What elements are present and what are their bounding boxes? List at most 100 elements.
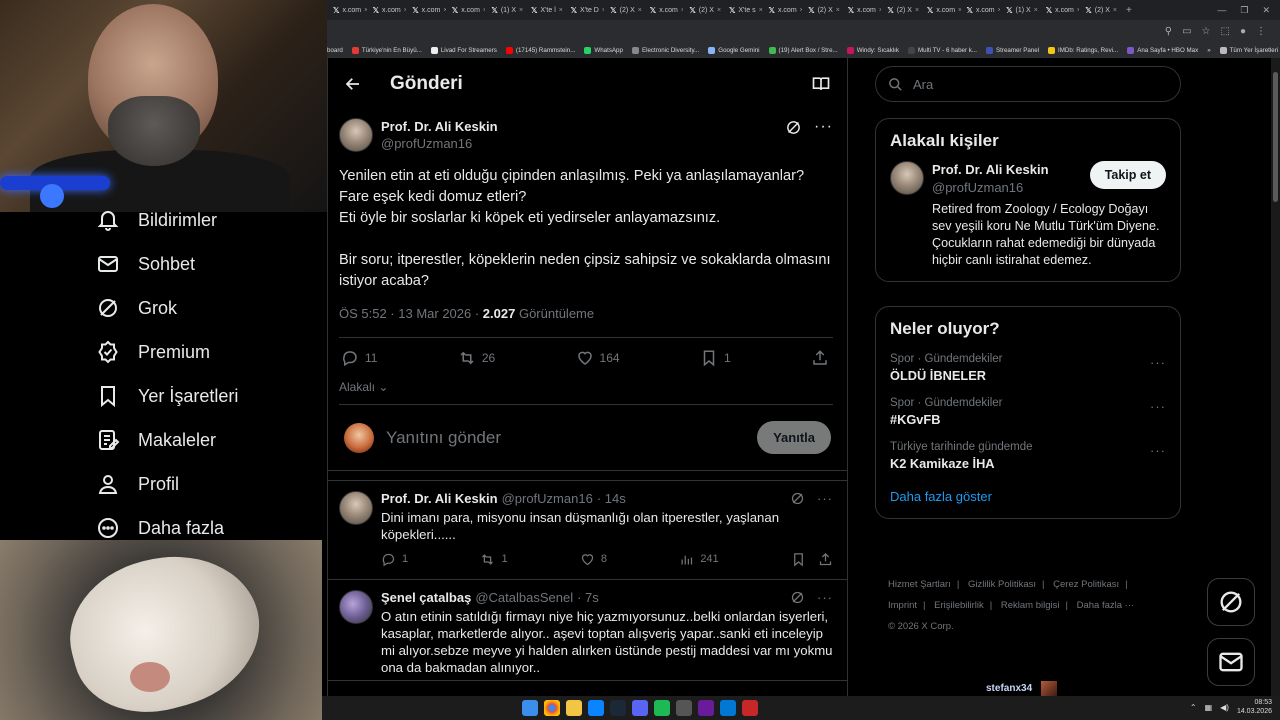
privacy-link[interactable]: Gizlilik Politikası	[968, 579, 1036, 590]
imprint-link[interactable]: Imprint	[888, 600, 917, 611]
share-button[interactable]	[811, 349, 829, 367]
reply-time[interactable]: · 14s	[597, 491, 626, 506]
reply-author-handle[interactable]: @profUzman16	[502, 491, 593, 506]
app-icon[interactable]	[588, 700, 604, 716]
views-button[interactable]: 241	[679, 552, 719, 567]
related-dropdown[interactable]: Alakalı ⌄	[339, 378, 833, 405]
all-bookmarks-button[interactable]: Tüm Yer İşaretleri	[1219, 46, 1280, 54]
browser-tab[interactable]: 𝕏 (1) X ×	[1000, 6, 1040, 15]
like-button[interactable]: 164	[576, 349, 620, 367]
bookmark-item[interactable]: Electronic Diversity...	[631, 46, 699, 54]
browser-tab[interactable]: 𝕏 (2) X ×	[604, 6, 644, 15]
sidebar-item-profile[interactable]: Profil	[96, 462, 326, 506]
chrome-icon[interactable]	[544, 700, 560, 716]
bookmark-item[interactable]: Windy: Sıcaklık	[846, 46, 899, 54]
author-name[interactable]: Prof. Dr. Ali Keskin	[381, 118, 498, 135]
browser-tab[interactable]: 𝕏 (1) X ×	[485, 6, 525, 15]
star-icon[interactable]: ☆	[1202, 26, 1211, 37]
reply-author-handle[interactable]: @CatalbasSenel	[475, 590, 573, 605]
bookmark-item[interactable]: Ana Sayfa • HBO Max	[1127, 46, 1198, 54]
app-icon[interactable]	[698, 700, 714, 716]
browser-tab[interactable]: 𝕏 (2) X ×	[802, 6, 842, 15]
sidebar-item-chat[interactable]: Sohbet	[96, 242, 326, 286]
bookmark-icon[interactable]	[791, 552, 806, 567]
spotify-icon[interactable]	[654, 700, 670, 716]
minimize-button[interactable]: —	[1217, 5, 1226, 16]
avatar[interactable]	[339, 590, 373, 624]
browser-tab[interactable]: 𝕏 (2) X ×	[683, 6, 723, 15]
bookmark-item[interactable]: Multi TV - 6 haber k...	[907, 46, 977, 54]
scrollbar-thumb[interactable]	[1273, 72, 1278, 202]
folder-icon[interactable]	[566, 700, 582, 716]
browser-tab[interactable]: 𝕏 X'te D ×	[565, 6, 605, 15]
sidebar-item-articles[interactable]: Makaleler	[96, 418, 326, 462]
person-handle[interactable]: @profUzman16	[932, 179, 1049, 197]
more-options-icon[interactable]: ···	[1150, 355, 1166, 370]
profile-icon[interactable]: ●	[1240, 26, 1246, 37]
browser-tab[interactable]: 𝕏x.com ×	[921, 6, 961, 15]
app-icon[interactable]	[720, 700, 736, 716]
reply-item[interactable]: Şenel çatalbaş @CatalbasSenel · 7s ··· O…	[328, 580, 847, 681]
bookmark-item[interactable]: Google Gemini	[708, 46, 760, 54]
terms-link[interactable]: Hizmet Şartları	[888, 579, 951, 590]
sidebar-item-notifications[interactable]: Bildirimler	[96, 198, 326, 242]
cast-icon[interactable]: ▭	[1182, 26, 1191, 37]
reply-time[interactable]: · 7s	[577, 590, 599, 605]
close-window-button[interactable]: ✕	[1262, 5, 1270, 16]
trend-item[interactable]: Spor · Gündemdekiler #KGvFB ···	[876, 391, 1180, 435]
reply-author-name[interactable]: Prof. Dr. Ali Keskin	[381, 491, 498, 506]
reply-input[interactable]: Yanıtını gönder	[386, 428, 501, 448]
grok-icon[interactable]	[790, 491, 805, 506]
grok-float-button[interactable]	[1207, 578, 1255, 626]
share-icon[interactable]	[818, 552, 833, 567]
sidebar-item-premium[interactable]: Premium	[96, 330, 326, 374]
speaker-icon[interactable]: ◀)	[1220, 703, 1229, 712]
browser-tab[interactable]: 𝕏x.com ×	[367, 6, 407, 15]
browser-tab[interactable]: 𝕏x.com ×	[644, 6, 684, 15]
trend-item[interactable]: Spor · Gündemdekiler ÖLDÜ İBNELER ···	[876, 347, 1180, 391]
browser-tab[interactable]: 𝕏x.com ×	[406, 6, 446, 15]
more-options-icon[interactable]: ···	[814, 118, 833, 136]
browser-tab[interactable]: 𝕏x.com ×	[1040, 6, 1080, 15]
maximize-button[interactable]: ❐	[1240, 5, 1248, 16]
ads-info-link[interactable]: Reklam bilgisi	[1001, 600, 1060, 611]
search-input[interactable]: Ara	[875, 66, 1181, 102]
new-tab-button[interactable]: +	[1119, 5, 1139, 16]
app-icon[interactable]	[742, 700, 758, 716]
grok-icon[interactable]	[785, 119, 802, 136]
avatar[interactable]	[339, 118, 373, 152]
sidebar-item-grok[interactable]: Grok	[96, 286, 326, 330]
back-arrow-icon[interactable]	[344, 75, 362, 93]
bookmark-item[interactable]: Livad For Streamers	[430, 46, 497, 54]
browser-tab[interactable]: 𝕏 X'te l ×	[525, 6, 565, 15]
cookie-link[interactable]: Çerez Politikası	[1053, 579, 1119, 590]
messages-float-button[interactable]	[1207, 638, 1255, 686]
reply-item[interactable]: Prof. Dr. Ali Keskin @profUzman16 · 14s …	[328, 481, 847, 580]
reader-mode-icon[interactable]	[811, 74, 831, 94]
bookmark-button[interactable]: 1	[700, 349, 731, 367]
related-person[interactable]: Prof. Dr. Ali Keskin @profUzman16 Takip …	[876, 159, 1180, 281]
more-options-icon[interactable]: ···	[1150, 443, 1166, 458]
browser-tab[interactable]: 𝕏x.com ×	[446, 6, 486, 15]
reply-author-name[interactable]: Şenel çatalbaş	[381, 590, 471, 605]
bookmark-item[interactable]: Streamer Panel	[986, 46, 1039, 54]
browser-tab[interactable]: 𝕏 X'te s ×	[723, 6, 763, 15]
extensions-icon[interactable]: ⬚	[1221, 26, 1230, 37]
avatar[interactable]	[344, 422, 374, 453]
discord-icon[interactable]	[632, 700, 648, 716]
app-icon[interactable]	[676, 700, 692, 716]
repost-button[interactable]: 26	[458, 349, 495, 367]
network-icon[interactable]: ▦	[1205, 703, 1213, 712]
footer-more-link[interactable]: Daha fazla ···	[1077, 600, 1135, 611]
bookmark-item[interactable]: IMDb: Ratings, Revi...	[1048, 46, 1118, 54]
more-options-icon[interactable]: ···	[1150, 399, 1166, 414]
avatar[interactable]	[339, 491, 373, 525]
show-more-link[interactable]: Daha fazla göster	[876, 479, 1180, 518]
accessibility-link[interactable]: Erişilebilirlik	[934, 600, 984, 611]
reply-button[interactable]: 11	[341, 349, 377, 367]
author-handle[interactable]: @profUzman16	[381, 135, 498, 152]
trend-item[interactable]: Türkiye tarihinde gündemde K2 Kamikaze İ…	[876, 435, 1180, 479]
start-icon[interactable]	[522, 700, 538, 716]
clock[interactable]: 08:53 14.03.2026	[1237, 698, 1272, 716]
browser-tab[interactable]: 𝕏x.com ×	[842, 6, 882, 15]
